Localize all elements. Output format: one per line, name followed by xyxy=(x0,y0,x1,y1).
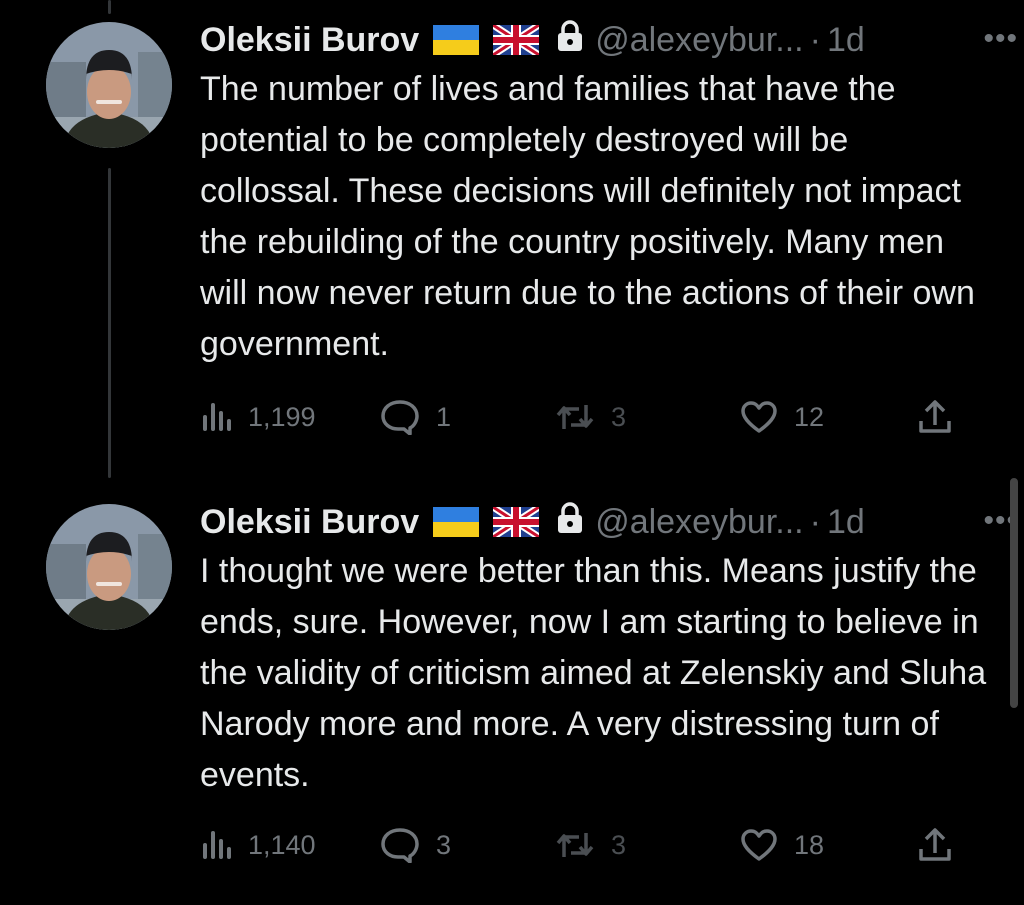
views-count: 1,199 xyxy=(248,401,316,432)
heart-icon xyxy=(740,400,778,434)
thread-connector-top xyxy=(108,0,111,14)
heart-icon xyxy=(740,828,778,862)
like-button[interactable]: 18 xyxy=(740,820,824,870)
tweet-text: The number of lives and families that ha… xyxy=(200,70,975,363)
avatar[interactable] xyxy=(46,22,172,148)
views-button[interactable]: 1,140 xyxy=(200,820,316,870)
reply-button[interactable]: 3 xyxy=(380,820,451,870)
scrollbar[interactable] xyxy=(1010,478,1018,708)
ukraine-flag-icon xyxy=(433,25,480,55)
author-name[interactable]: Oleksii Burov xyxy=(200,503,419,542)
reply-count: 3 xyxy=(436,829,452,860)
speech-bubble-icon xyxy=(380,827,420,863)
tweet-header: Oleksii Burov @alexeybur... · 1d xyxy=(200,10,990,70)
thread-connector xyxy=(108,168,111,478)
views-chart-icon xyxy=(200,401,232,433)
share-button[interactable] xyxy=(918,820,952,870)
share-upload-icon xyxy=(918,399,952,435)
share-button[interactable] xyxy=(918,392,952,442)
uk-flag-icon xyxy=(493,25,540,55)
reply-button[interactable]: 1 xyxy=(380,392,451,442)
author-handle[interactable]: @alexeybur... xyxy=(595,21,803,60)
retweet-count: 3 xyxy=(611,829,627,860)
views-button[interactable]: 1,199 xyxy=(200,392,316,442)
uk-flag-icon xyxy=(493,507,540,537)
like-count: 12 xyxy=(794,401,825,432)
like-count: 18 xyxy=(794,829,825,860)
views-count: 1,140 xyxy=(248,829,316,860)
timestamp[interactable]: 1d xyxy=(827,503,865,542)
more-options-icon[interactable]: ••• xyxy=(983,22,1018,56)
retweet-count: 3 xyxy=(611,401,627,432)
author-handle[interactable]: @alexeybur... xyxy=(595,503,803,542)
ukraine-flag-icon xyxy=(433,507,480,537)
views-chart-icon xyxy=(200,829,232,861)
separator-dot: · xyxy=(809,20,821,59)
like-button[interactable]: 12 xyxy=(740,392,824,442)
tweet-actions: 1,140 3 3 18 xyxy=(200,820,960,870)
lock-icon xyxy=(557,501,583,543)
tweet-header: Oleksii Burov @alexeybur... · 1d xyxy=(200,492,990,552)
timestamp[interactable]: 1d xyxy=(827,21,865,60)
avatar[interactable] xyxy=(46,504,172,630)
lock-icon xyxy=(557,19,583,61)
share-upload-icon xyxy=(918,827,952,863)
tweet-actions: 1,199 1 3 12 xyxy=(200,392,960,442)
retweet-button[interactable]: 3 xyxy=(555,820,626,870)
separator-dot: · xyxy=(809,502,821,541)
retweet-button[interactable]: 3 xyxy=(555,392,626,442)
retweet-arrows-icon xyxy=(555,401,595,433)
speech-bubble-icon xyxy=(380,399,420,435)
tweet-text: I thought we were better than this. Mean… xyxy=(200,552,987,794)
reply-count: 1 xyxy=(436,401,452,432)
author-name[interactable]: Oleksii Burov xyxy=(200,21,419,60)
retweet-arrows-icon xyxy=(555,829,595,861)
